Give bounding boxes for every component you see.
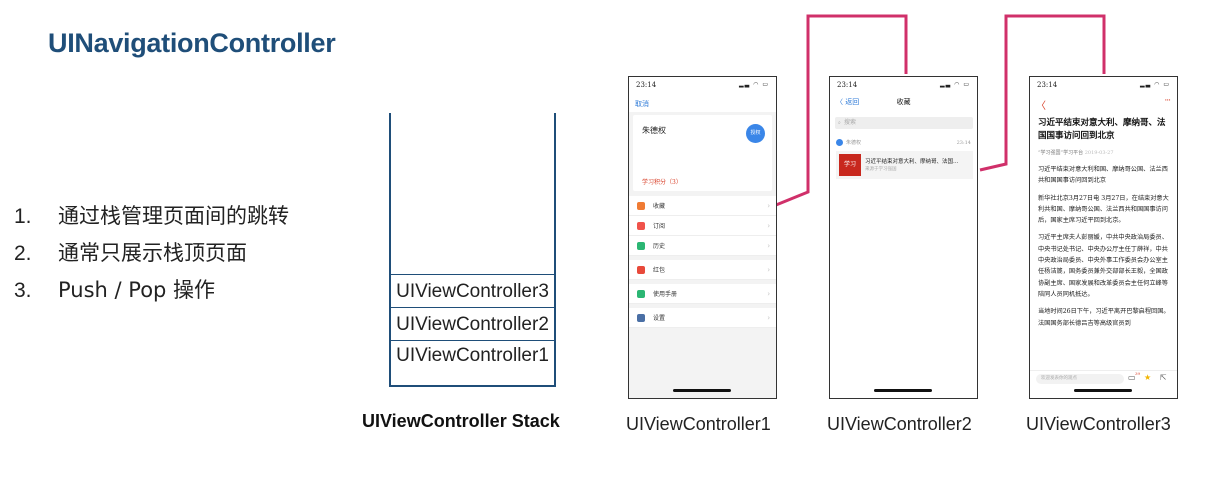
subscribe-icon [637, 221, 645, 230]
favorite-article-item[interactable]: 学习 习近平结束对意大利、摩纳哥、法国… 来源于学习强国 [836, 151, 973, 179]
article-thumbnail: 学习 [839, 154, 861, 176]
home-indicator [673, 389, 731, 392]
study-score[interactable]: 学习积分（3） [642, 177, 682, 186]
chevron-right-icon: › [767, 313, 770, 322]
source-avatar-icon [836, 139, 843, 146]
search-placeholder: 搜索 [844, 119, 857, 126]
comment-bar: 欢迎发表你的观点 ▭ 39 ★ ⇱ [1030, 370, 1177, 386]
chevron-right-icon: › [767, 201, 770, 210]
search-icon: ⌕ [838, 120, 841, 126]
back-button[interactable]: 〈 返回 [836, 97, 859, 107]
article-source: “学习强国”学习平台 2019-03-27 [1038, 149, 1114, 156]
article-paragraph: 新华社北京3月27日电 3月27日，在结束对意大利共和国、摩纳哥公国、法兰西共和… [1038, 194, 1169, 225]
article-source: 来源于学习强国 [865, 167, 897, 172]
phone-caption-vc1: UIViewController1 [626, 414, 771, 434]
phone-caption-vc2: UIViewController2 [827, 414, 972, 434]
chevron-right-icon: › [767, 289, 770, 298]
menu-item-red-envelope[interactable]: 红包 › [629, 260, 776, 280]
menu-item-settings[interactable]: 设置 › [629, 308, 776, 328]
menu-item-subscribe[interactable]: 订阅 › [629, 216, 776, 236]
manual-icon [637, 289, 645, 298]
article-paragraph: 当地时间26日下午，习近平离开巴黎启程回国。法国国务部长德吕吉等高级官员到 [1038, 308, 1170, 327]
star-icon[interactable]: ★ [1144, 373, 1151, 382]
article-headline: 习近平结束对意大利、摩纳哥、法国国事访问回到北京 [1038, 118, 1166, 141]
navigation-bar: 收藏 〈 返回 [830, 97, 977, 111]
status-time: 23:14 [837, 80, 858, 89]
user-name: 朱德权 [642, 126, 666, 135]
menu-item-label: 订阅 [653, 223, 666, 230]
article-body: 习近平结束对意大利和国、摩纳哥公国、法兰西共和国国事访问回到北京 新华社北京3月… [1038, 164, 1170, 335]
menu-item-label: 设置 [653, 315, 666, 322]
cancel-button[interactable]: 取消 [635, 99, 649, 109]
status-bar: 23:14 ▂▃ ◠ ▭ [629, 77, 776, 92]
phone-caption-vc3: UIViewController3 [1026, 414, 1171, 434]
article-title: 习近平结束对意大利、摩纳哥、法国… [865, 159, 959, 165]
chevron-right-icon: › [767, 265, 770, 274]
comment-input[interactable]: 欢迎发表你的观点 [1036, 374, 1124, 384]
favorite-time: 23:14 [956, 140, 971, 146]
history-icon [637, 241, 645, 250]
search-input[interactable]: ⌕ 搜索 [835, 117, 973, 129]
article-date: 2019-03-27 [1084, 150, 1114, 156]
settings-icon [637, 313, 645, 322]
article-paragraph: 习近平结束对意大利和国、摩纳哥公国、法兰西共和国国事访问回到北京 [1038, 166, 1168, 185]
chevron-right-icon: › [767, 221, 770, 230]
favorite-meta: 朱德权 23:14 [836, 139, 971, 146]
menu-item-history[interactable]: 历史 › [629, 236, 776, 256]
signal-wifi-battery-icon: ▂▃ ◠ ▭ [739, 81, 769, 88]
menu-item-label: 收藏 [653, 203, 666, 210]
red-envelope-icon [637, 265, 645, 274]
home-indicator [1074, 389, 1132, 392]
share-icon[interactable]: ⇱ [1160, 373, 1167, 382]
status-time: 23:14 [1037, 80, 1058, 89]
signal-wifi-battery-icon: ▂▃ ◠ ▭ [1140, 81, 1170, 88]
menu-item-favorites[interactable]: 收藏 › [629, 196, 776, 216]
menu-item-manual[interactable]: 使用手册 › [629, 284, 776, 304]
menu-item-label: 红包 [653, 267, 666, 274]
settings-menu: 收藏 › 订阅 › 历史 › 红包 › 使用手册 › 设置 › [629, 196, 776, 328]
phone-vc1: 23:14 ▂▃ ◠ ▭ 取消 朱德权 授权 学习积分（3） 收藏 › 订阅 › 历… [628, 76, 777, 399]
home-indicator [874, 389, 932, 392]
profile-card[interactable]: 朱德权 授权 学习积分（3） [633, 115, 772, 191]
favorite-user: 朱德权 [846, 140, 862, 146]
menu-item-label: 历史 [653, 243, 666, 250]
status-time: 23:14 [636, 80, 657, 89]
signal-wifi-battery-icon: ▂▃ ◠ ▭ [940, 81, 970, 88]
status-bar: 23:14 ▂▃ ◠ ▭ [1030, 77, 1177, 92]
star-icon [637, 201, 645, 210]
back-button[interactable]: 〈 [1036, 97, 1046, 112]
phone-vc2: 23:14 ▂▃ ◠ ▭ 收藏 〈 返回 ⌕ 搜索 朱德权 23:14 学习 习近… [829, 76, 978, 399]
phone-vc3: 23:14 ▂▃ ◠ ▭ 〈 ··· 习近平结束对意大利、摩纳哥、法国国事访问回… [1029, 76, 1178, 399]
more-button[interactable]: ··· [1164, 96, 1171, 106]
chevron-right-icon: › [767, 241, 770, 250]
article-paragraph: 习近平主席夫人彭丽媛，中共中央政治局委员、中央书记处书记、中央办公厅主任丁薛祥，… [1038, 234, 1168, 298]
comment-count: 39 [1135, 371, 1141, 376]
avatar[interactable]: 授权 [746, 124, 765, 143]
source-name: “学习强国”学习平台 [1038, 150, 1084, 156]
menu-item-label: 使用手册 [653, 291, 678, 298]
status-bar: 23:14 ▂▃ ◠ ▭ [830, 77, 977, 92]
